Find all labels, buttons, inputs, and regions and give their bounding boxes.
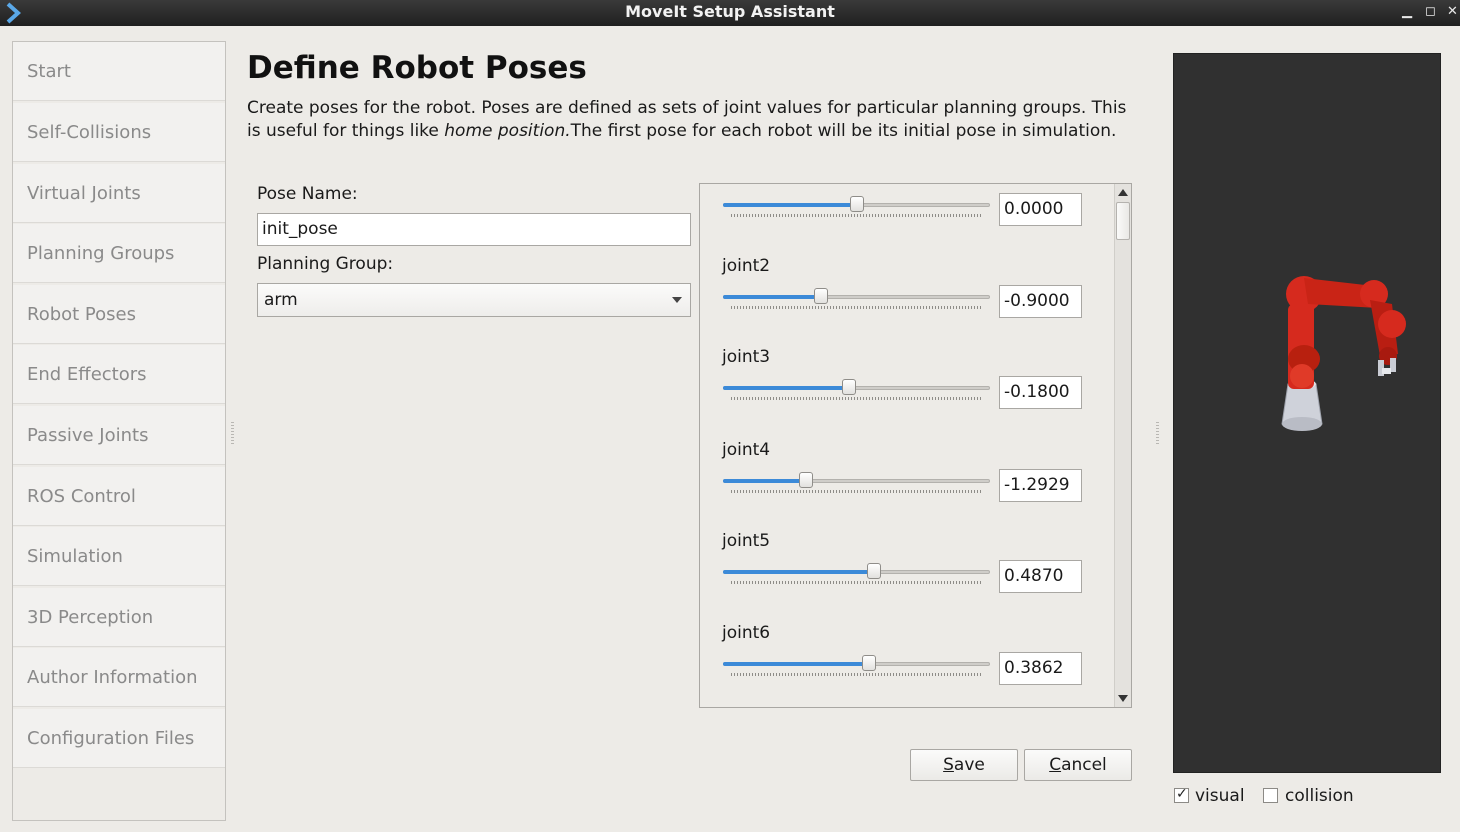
visual-checkbox[interactable]: ✓ <box>1174 786 1189 803</box>
page-description: Create poses for the robot. Poses are de… <box>247 97 1127 143</box>
joint3-slider[interactable] <box>723 377 990 401</box>
sidebar-item-author-information[interactable]: Author Information <box>13 648 225 707</box>
joint2-slider[interactable] <box>723 286 990 310</box>
slider-ticks <box>731 490 982 493</box>
save-button[interactable]: Save <box>910 749 1018 781</box>
sidebar-nav: Start Self-Collisions Virtual Joints Pla… <box>12 41 226 821</box>
slider-handle[interactable] <box>799 472 813 488</box>
sidebar-item-simulation[interactable]: Simulation <box>13 527 225 586</box>
joint4-value-input[interactable]: -1.2929 <box>999 469 1082 502</box>
right-splitter-handle[interactable] <box>1156 422 1159 444</box>
robot-arm-model <box>1281 276 1406 431</box>
sidebar-item-end-effectors[interactable]: End Effectors <box>13 345 225 404</box>
joint6-label: joint6 <box>722 623 771 643</box>
joint1-value-input[interactable]: 0.0000 <box>999 193 1082 226</box>
joint4-slider[interactable] <box>723 470 990 494</box>
chevron-down-icon <box>672 297 682 303</box>
slider-ticks <box>731 397 982 400</box>
joint-sliders-panel: 0.0000 joint2 -0.9000 joint3 -0.1800 joi… <box>699 183 1132 708</box>
window-title-bar: MoveIt Setup Assistant ▁ ◻ ✕ <box>0 0 1460 26</box>
left-splitter-handle[interactable] <box>231 422 234 444</box>
pose-name-input[interactable]: init_pose <box>257 213 691 246</box>
save-mnemonic: S <box>943 755 954 775</box>
slider-fill <box>723 203 854 207</box>
scroll-down-icon[interactable] <box>1118 695 1128 702</box>
check-icon: ✓ <box>1176 786 1188 802</box>
cancel-button[interactable]: Cancel <box>1024 749 1132 781</box>
slider-ticks <box>731 306 982 309</box>
sidebar-item-self-collisions[interactable]: Self-Collisions <box>13 103 225 162</box>
slider-ticks <box>731 581 982 584</box>
joint3-value-input[interactable]: -0.1800 <box>999 376 1082 409</box>
joint6-slider[interactable] <box>723 653 990 677</box>
slider-ticks <box>731 673 982 676</box>
description-emphasis: home position. <box>444 121 571 141</box>
slider-fill <box>723 570 871 574</box>
joint5-slider[interactable] <box>723 561 990 585</box>
joint5-label: joint5 <box>722 531 771 551</box>
joint5-value-input[interactable]: 0.4870 <box>999 560 1082 593</box>
collision-label: collision <box>1285 786 1354 806</box>
scroll-up-icon[interactable] <box>1118 189 1128 196</box>
slider-handle[interactable] <box>867 563 881 579</box>
joint4-label: joint4 <box>722 440 771 460</box>
planning-group-select[interactable]: arm <box>257 283 691 317</box>
joint3-label: joint3 <box>722 347 771 367</box>
slider-handle[interactable] <box>862 655 876 671</box>
scrollbar-thumb[interactable] <box>1116 202 1130 240</box>
pose-name-label: Pose Name: <box>257 184 358 204</box>
slider-fill <box>723 662 866 666</box>
maximize-icon[interactable]: ◻ <box>1425 0 1436 24</box>
minimize-icon[interactable]: ▁ <box>1402 0 1412 24</box>
slider-handle[interactable] <box>842 379 856 395</box>
joints-scrollbar[interactable] <box>1114 184 1131 707</box>
save-label: ave <box>953 755 985 775</box>
visual-label: visual <box>1195 786 1245 806</box>
sidebar-item-ros-control[interactable]: ROS Control <box>13 467 225 526</box>
slider-handle[interactable] <box>814 288 828 304</box>
sidebar-item-robot-poses[interactable]: Robot Poses <box>13 285 225 344</box>
cancel-label: ancel <box>1061 755 1107 775</box>
cancel-mnemonic: C <box>1049 755 1062 775</box>
slider-fill <box>723 295 818 299</box>
joint2-label: joint2 <box>722 256 771 276</box>
app-chevron-icon <box>6 2 21 24</box>
slider-ticks <box>731 214 982 217</box>
joint6-value-input[interactable]: 0.3862 <box>999 652 1082 685</box>
close-icon[interactable]: ✕ <box>1447 0 1458 24</box>
slider-fill <box>723 386 846 390</box>
collision-checkbox[interactable] <box>1263 788 1278 803</box>
planning-group-label: Planning Group: <box>257 254 394 274</box>
planning-group-value: arm <box>264 290 298 310</box>
sidebar-item-configuration-files[interactable]: Configuration Files <box>13 709 225 768</box>
robot-3d-viewer[interactable] <box>1173 53 1441 773</box>
slider-fill <box>723 479 803 483</box>
sidebar-item-start[interactable]: Start <box>13 42 225 101</box>
page-title: Define Robot Poses <box>247 50 587 86</box>
joint2-value-input[interactable]: -0.9000 <box>999 285 1082 318</box>
slider-handle[interactable] <box>850 196 864 212</box>
joint1-slider[interactable] <box>723 194 990 218</box>
sidebar-item-virtual-joints[interactable]: Virtual Joints <box>13 164 225 223</box>
description-text-2: The first pose for each robot will be it… <box>570 121 1117 141</box>
sidebar-item-3d-perception[interactable]: 3D Perception <box>13 588 225 647</box>
sidebar-item-passive-joints[interactable]: Passive Joints <box>13 406 225 465</box>
sidebar-item-planning-groups[interactable]: Planning Groups <box>13 224 225 283</box>
window-title: MoveIt Setup Assistant <box>625 2 835 21</box>
